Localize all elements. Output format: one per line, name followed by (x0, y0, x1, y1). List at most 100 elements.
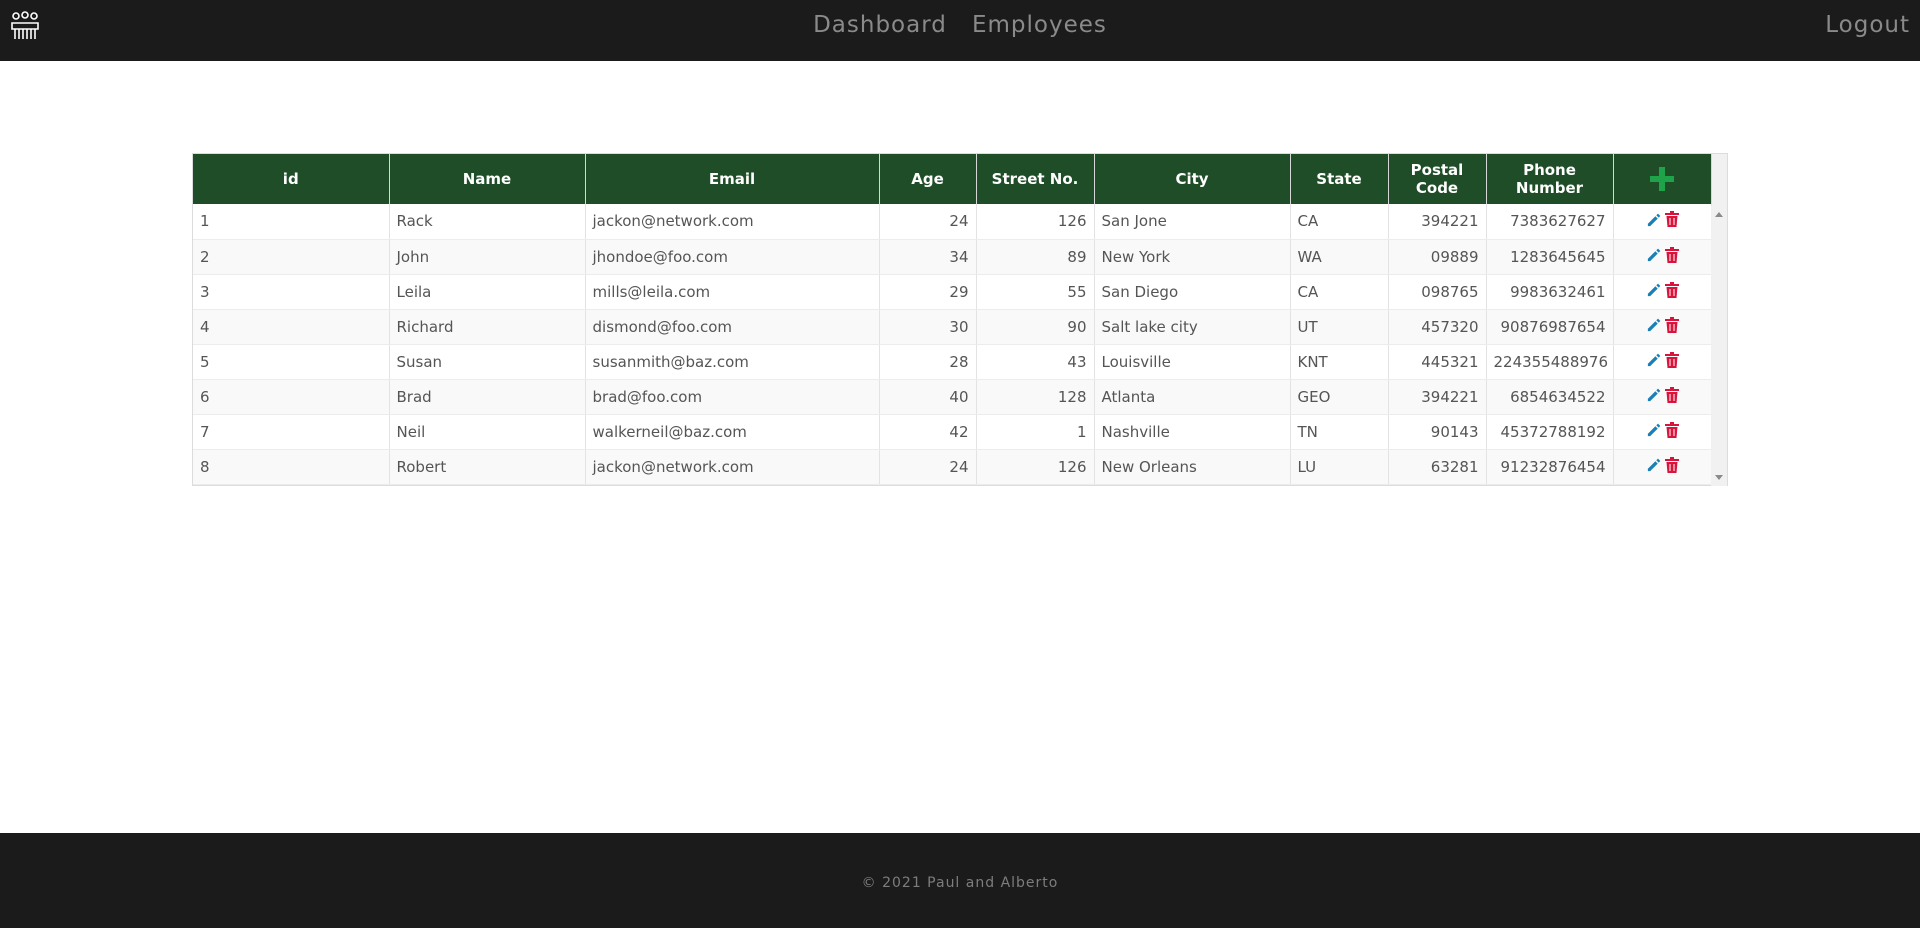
pencil-icon[interactable] (1646, 387, 1661, 406)
cell-actions (1613, 344, 1712, 380)
cell-email: jhondoe@foo.com (585, 239, 880, 275)
header-phone-line1: Phone (1523, 161, 1576, 179)
trash-icon[interactable] (1664, 246, 1679, 267)
trash-icon[interactable] (1664, 316, 1679, 337)
cell-email: jackon@network.com (585, 204, 880, 240)
cell-email: walkerneil@baz.com (585, 414, 880, 450)
header-postal-code[interactable]: Postal Code (1388, 154, 1487, 204)
cell-street: 55 (976, 274, 1095, 310)
cell-postal: 63281 (1388, 449, 1487, 485)
header-state[interactable]: State (1290, 154, 1389, 204)
cell-actions (1613, 449, 1712, 485)
cell-name: Brad (389, 379, 586, 415)
cell-id: 8 (193, 449, 390, 485)
cell-email: dismond@foo.com (585, 309, 880, 345)
pencil-icon[interactable] (1646, 282, 1661, 301)
cell-name: Susan (389, 344, 586, 380)
logout-link[interactable]: Logout (1825, 0, 1910, 50)
cell-age: 29 (879, 274, 977, 310)
cell-street: 89 (976, 239, 1095, 275)
cell-state: TN (1290, 414, 1389, 450)
pencil-icon[interactable] (1646, 422, 1661, 441)
table-body: 1 Rack jackon@network.com 24 126 San Jone CA 39… (193, 204, 1712, 485)
header-name[interactable]: Name (389, 154, 586, 204)
cell-actions (1613, 239, 1712, 275)
header-actions (1613, 154, 1712, 204)
table-row: 4 Richard dismond@foo.com 30 90 Salt lake cit… (193, 309, 1712, 345)
cell-phone: 9983632461 (1486, 274, 1614, 310)
pencil-icon[interactable] (1646, 352, 1661, 371)
cell-actions (1613, 204, 1712, 240)
scroll-down-arrow-icon[interactable] (1715, 475, 1723, 480)
header-phone-line2: Number (1515, 179, 1584, 197)
cell-city: Louisville (1094, 344, 1291, 380)
header-postal-line1: Postal (1410, 161, 1464, 179)
cell-actions (1613, 414, 1712, 450)
table-row: 1 Rack jackon@network.com 24 126 San Jone CA 39… (193, 204, 1712, 240)
cell-postal: 09889 (1388, 239, 1487, 275)
main-nav: Dashboard Employees (0, 0, 1920, 50)
footer: © 2021 Paul and Alberto (0, 833, 1920, 928)
cell-city: Salt lake city (1094, 309, 1291, 345)
cell-state: CA (1290, 274, 1389, 310)
trash-icon[interactable] (1664, 386, 1679, 407)
table-scrollbar[interactable] (1711, 206, 1727, 486)
cell-email: susanmith@baz.com (585, 344, 880, 380)
header-email[interactable]: Email (585, 154, 880, 204)
nav-dashboard[interactable]: Dashboard (813, 0, 947, 50)
table-row: 6 Brad brad@foo.com 40 128 Atlanta GEO 394221 68… (193, 379, 1712, 415)
cell-age: 42 (879, 414, 977, 450)
cell-age: 40 (879, 379, 977, 415)
header-id[interactable]: id (193, 154, 390, 204)
trash-icon[interactable] (1664, 351, 1679, 372)
cell-age: 30 (879, 309, 977, 345)
trash-icon[interactable] (1664, 281, 1679, 302)
cell-id: 2 (193, 239, 390, 275)
cell-city: New York (1094, 239, 1291, 275)
cell-street: 43 (976, 344, 1095, 380)
cell-age: 34 (879, 239, 977, 275)
cell-postal: 445321 (1388, 344, 1487, 380)
pencil-icon[interactable] (1646, 457, 1661, 476)
cell-phone: 6854634522 (1486, 379, 1614, 415)
cell-street: 1 (976, 414, 1095, 450)
header-age[interactable]: Age (879, 154, 977, 204)
header-phone-number[interactable]: Phone Number (1486, 154, 1614, 204)
plus-icon[interactable] (1650, 167, 1674, 191)
cell-name: Neil (389, 414, 586, 450)
trash-icon[interactable] (1664, 421, 1679, 442)
cell-id: 6 (193, 379, 390, 415)
pencil-icon[interactable] (1646, 317, 1661, 336)
table-row: 2 John jhondoe@foo.com 34 89 New York WA 09889 1… (193, 239, 1712, 275)
cell-city: Nashville (1094, 414, 1291, 450)
nav-employees[interactable]: Employees (972, 0, 1107, 50)
table-header-row: id Name Email Age Street No. City State … (193, 154, 1712, 204)
employee-table: id Name Email Age Street No. City State … (193, 154, 1712, 485)
employee-table-container: id Name Email Age Street No. City State … (192, 153, 1728, 486)
cell-phone: 45372788192 (1486, 414, 1614, 450)
cell-phone: 7383627627 (1486, 204, 1614, 240)
cell-state: UT (1290, 309, 1389, 345)
pencil-icon[interactable] (1646, 212, 1661, 231)
cell-name: John (389, 239, 586, 275)
cell-postal: 394221 (1388, 204, 1487, 240)
cell-postal: 098765 (1388, 274, 1487, 310)
cell-street: 126 (976, 449, 1095, 485)
table-row: 3 Leila mills@leila.com 29 55 San Diego CA 0987… (193, 274, 1712, 310)
cell-id: 7 (193, 414, 390, 450)
trash-icon[interactable] (1664, 456, 1679, 477)
pencil-icon[interactable] (1646, 247, 1661, 266)
cell-id: 1 (193, 204, 390, 240)
header-street-no[interactable]: Street No. (976, 154, 1095, 204)
cell-state: LU (1290, 449, 1389, 485)
cell-state: GEO (1290, 379, 1389, 415)
cell-street: 126 (976, 204, 1095, 240)
cell-street: 90 (976, 309, 1095, 345)
scroll-up-arrow-icon[interactable] (1715, 212, 1723, 217)
header-city[interactable]: City (1094, 154, 1291, 204)
trash-icon[interactable] (1664, 211, 1679, 231)
cell-state: KNT (1290, 344, 1389, 380)
cell-state: WA (1290, 239, 1389, 275)
cell-name: Robert (389, 449, 586, 485)
header-postal-line2: Code (1415, 179, 1459, 197)
